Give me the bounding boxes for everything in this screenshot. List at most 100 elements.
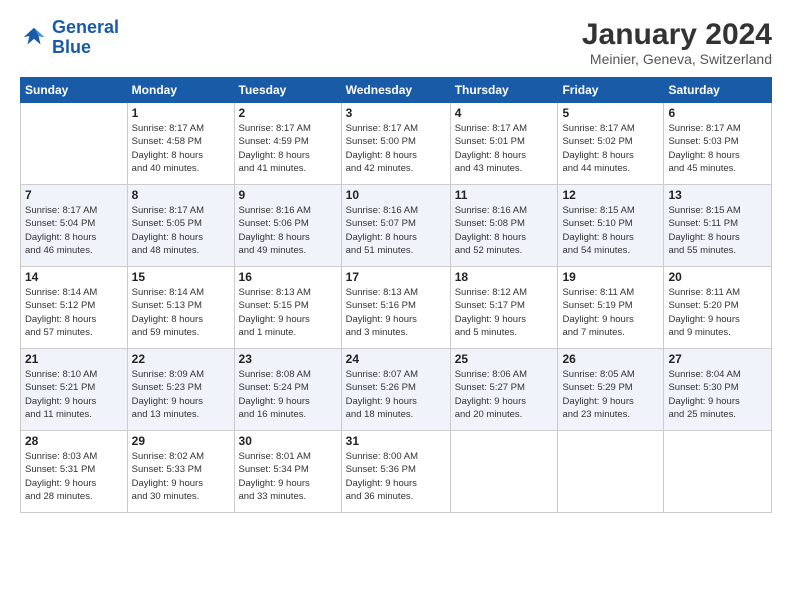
- calendar-cell: 7 Sunrise: 8:17 AMSunset: 5:04 PMDaylight…: [21, 185, 128, 267]
- day-info: Sunrise: 8:17 AMSunset: 5:03 PMDaylight:…: [668, 122, 767, 175]
- calendar-cell: 12 Sunrise: 8:15 AMSunset: 5:10 PMDayligh…: [558, 185, 664, 267]
- page: General Blue January 2024 Meinier, Genev…: [0, 0, 792, 612]
- calendar-cell: 8Sunrise: 8:17 AMSunset: 5:05 PMDaylight…: [127, 185, 234, 267]
- calendar-cell: 14 Sunrise: 8:14 AMSunset: 5:12 PMDayligh…: [21, 267, 128, 349]
- calendar-cell: 4 Sunrise: 8:17 AMSunset: 5:01 PMDaylight…: [450, 103, 558, 185]
- logo-text: General Blue: [52, 18, 119, 58]
- day-number: 25: [455, 352, 554, 366]
- day-number: 5: [562, 106, 659, 120]
- calendar-cell: 23 Sunrise: 8:08 AMSunset: 5:24 PMDayligh…: [234, 349, 341, 431]
- day-info: Sunrise: 8:00 AMSunset: 5:36 PMDaylight:…: [346, 450, 446, 503]
- logo-icon: [20, 24, 48, 52]
- calendar-week-3: 14 Sunrise: 8:14 AMSunset: 5:12 PMDayligh…: [21, 267, 772, 349]
- weekday-header-saturday: Saturday: [664, 78, 772, 103]
- calendar-cell: [664, 431, 772, 513]
- day-info: Sunrise: 8:04 AMSunset: 5:30 PMDaylight:…: [668, 368, 767, 421]
- day-info: Sunrise: 8:15 AMSunset: 5:10 PMDaylight:…: [562, 204, 659, 257]
- day-number: 27: [668, 352, 767, 366]
- weekday-header-thursday: Thursday: [450, 78, 558, 103]
- day-number: 6: [668, 106, 767, 120]
- title-block: January 2024 Meinier, Geneva, Switzerlan…: [582, 18, 772, 67]
- calendar-cell: 2Sunrise: 8:17 AMSunset: 4:59 PMDaylight…: [234, 103, 341, 185]
- day-info: Sunrise: 8:11 AMSunset: 5:20 PMDaylight:…: [668, 286, 767, 339]
- weekday-header-wednesday: Wednesday: [341, 78, 450, 103]
- calendar-cell: 10Sunrise: 8:16 AMSunset: 5:07 PMDayligh…: [341, 185, 450, 267]
- weekday-header-monday: Monday: [127, 78, 234, 103]
- day-number: 22: [132, 352, 230, 366]
- day-number: 13: [668, 188, 767, 202]
- day-number: 16: [239, 270, 337, 284]
- day-number: 10: [346, 188, 446, 202]
- calendar-cell: 15 Sunrise: 8:14 AMSunset: 5:13 PMDayligh…: [127, 267, 234, 349]
- calendar-cell: 30Sunrise: 8:01 AMSunset: 5:34 PMDayligh…: [234, 431, 341, 513]
- day-number: 3: [346, 106, 446, 120]
- day-info: Sunrise: 8:01 AMSunset: 5:34 PMDaylight:…: [239, 450, 337, 503]
- day-info: Sunrise: 8:17 AMSunset: 5:02 PMDaylight:…: [562, 122, 659, 175]
- calendar-cell: 17 Sunrise: 8:13 AMSunset: 5:16 PMDayligh…: [341, 267, 450, 349]
- day-info: Sunrise: 8:05 AMSunset: 5:29 PMDaylight:…: [562, 368, 659, 421]
- calendar-cell: 1 Sunrise: 8:17 AMSunset: 4:58 PMDaylight…: [127, 103, 234, 185]
- day-info: Sunrise: 8:13 AMSunset: 5:15 PMDaylight:…: [239, 286, 337, 339]
- calendar-cell: 29 Sunrise: 8:02 AMSunset: 5:33 PMDayligh…: [127, 431, 234, 513]
- day-info: Sunrise: 8:06 AMSunset: 5:27 PMDaylight:…: [455, 368, 554, 421]
- calendar-cell: [21, 103, 128, 185]
- day-info: Sunrise: 8:02 AMSunset: 5:33 PMDaylight:…: [132, 450, 230, 503]
- calendar-cell: 19Sunrise: 8:11 AMSunset: 5:19 PMDayligh…: [558, 267, 664, 349]
- day-number: 15: [132, 270, 230, 284]
- day-number: 23: [239, 352, 337, 366]
- calendar-cell: 26Sunrise: 8:05 AMSunset: 5:29 PMDayligh…: [558, 349, 664, 431]
- subtitle: Meinier, Geneva, Switzerland: [582, 51, 772, 67]
- day-info: Sunrise: 8:17 AMSunset: 5:05 PMDaylight:…: [132, 204, 230, 257]
- day-info: Sunrise: 8:09 AMSunset: 5:23 PMDaylight:…: [132, 368, 230, 421]
- day-info: Sunrise: 8:14 AMSunset: 5:13 PMDaylight:…: [132, 286, 230, 339]
- calendar-cell: 13 Sunrise: 8:15 AMSunset: 5:11 PMDayligh…: [664, 185, 772, 267]
- weekday-header-friday: Friday: [558, 78, 664, 103]
- day-info: Sunrise: 8:08 AMSunset: 5:24 PMDaylight:…: [239, 368, 337, 421]
- day-info: Sunrise: 8:16 AMSunset: 5:06 PMDaylight:…: [239, 204, 337, 257]
- calendar-cell: 6 Sunrise: 8:17 AMSunset: 5:03 PMDaylight…: [664, 103, 772, 185]
- logo-line1: General: [52, 17, 119, 37]
- calendar-week-1: 1 Sunrise: 8:17 AMSunset: 4:58 PMDaylight…: [21, 103, 772, 185]
- weekday-header-tuesday: Tuesday: [234, 78, 341, 103]
- logo-line2: Blue: [52, 37, 91, 57]
- day-number: 1: [132, 106, 230, 120]
- day-number: 24: [346, 352, 446, 366]
- day-info: Sunrise: 8:07 AMSunset: 5:26 PMDaylight:…: [346, 368, 446, 421]
- calendar-cell: 9 Sunrise: 8:16 AMSunset: 5:06 PMDaylight…: [234, 185, 341, 267]
- weekday-header-sunday: Sunday: [21, 78, 128, 103]
- day-info: Sunrise: 8:17 AMSunset: 5:04 PMDaylight:…: [25, 204, 123, 257]
- day-info: Sunrise: 8:17 AMSunset: 5:01 PMDaylight:…: [455, 122, 554, 175]
- day-number: 12: [562, 188, 659, 202]
- day-info: Sunrise: 8:13 AMSunset: 5:16 PMDaylight:…: [346, 286, 446, 339]
- day-info: Sunrise: 8:14 AMSunset: 5:12 PMDaylight:…: [25, 286, 123, 339]
- day-number: 31: [346, 434, 446, 448]
- day-info: Sunrise: 8:10 AMSunset: 5:21 PMDaylight:…: [25, 368, 123, 421]
- day-number: 29: [132, 434, 230, 448]
- calendar-cell: 5 Sunrise: 8:17 AMSunset: 5:02 PMDaylight…: [558, 103, 664, 185]
- day-number: 17: [346, 270, 446, 284]
- day-number: 20: [668, 270, 767, 284]
- day-number: 18: [455, 270, 554, 284]
- day-info: Sunrise: 8:03 AMSunset: 5:31 PMDaylight:…: [25, 450, 123, 503]
- day-info: Sunrise: 8:17 AMSunset: 5:00 PMDaylight:…: [346, 122, 446, 175]
- day-number: 14: [25, 270, 123, 284]
- day-info: Sunrise: 8:17 AMSunset: 4:58 PMDaylight:…: [132, 122, 230, 175]
- calendar-table: SundayMondayTuesdayWednesdayThursdayFrid…: [20, 77, 772, 513]
- day-info: Sunrise: 8:12 AMSunset: 5:17 PMDaylight:…: [455, 286, 554, 339]
- day-number: 7: [25, 188, 123, 202]
- calendar-cell: 18 Sunrise: 8:12 AMSunset: 5:17 PMDayligh…: [450, 267, 558, 349]
- day-number: 9: [239, 188, 337, 202]
- calendar-cell: 11Sunrise: 8:16 AMSunset: 5:08 PMDayligh…: [450, 185, 558, 267]
- day-info: Sunrise: 8:15 AMSunset: 5:11 PMDaylight:…: [668, 204, 767, 257]
- calendar-week-2: 7 Sunrise: 8:17 AMSunset: 5:04 PMDaylight…: [21, 185, 772, 267]
- day-number: 4: [455, 106, 554, 120]
- calendar-cell: 28Sunrise: 8:03 AMSunset: 5:31 PMDayligh…: [21, 431, 128, 513]
- day-info: Sunrise: 8:16 AMSunset: 5:08 PMDaylight:…: [455, 204, 554, 257]
- calendar-body: 1 Sunrise: 8:17 AMSunset: 4:58 PMDaylight…: [21, 103, 772, 513]
- calendar-cell: 27 Sunrise: 8:04 AMSunset: 5:30 PMDayligh…: [664, 349, 772, 431]
- day-info: Sunrise: 8:17 AMSunset: 4:59 PMDaylight:…: [239, 122, 337, 175]
- weekday-row: SundayMondayTuesdayWednesdayThursdayFrid…: [21, 78, 772, 103]
- day-number: 21: [25, 352, 123, 366]
- logo: General Blue: [20, 18, 119, 58]
- day-info: Sunrise: 8:11 AMSunset: 5:19 PMDaylight:…: [562, 286, 659, 339]
